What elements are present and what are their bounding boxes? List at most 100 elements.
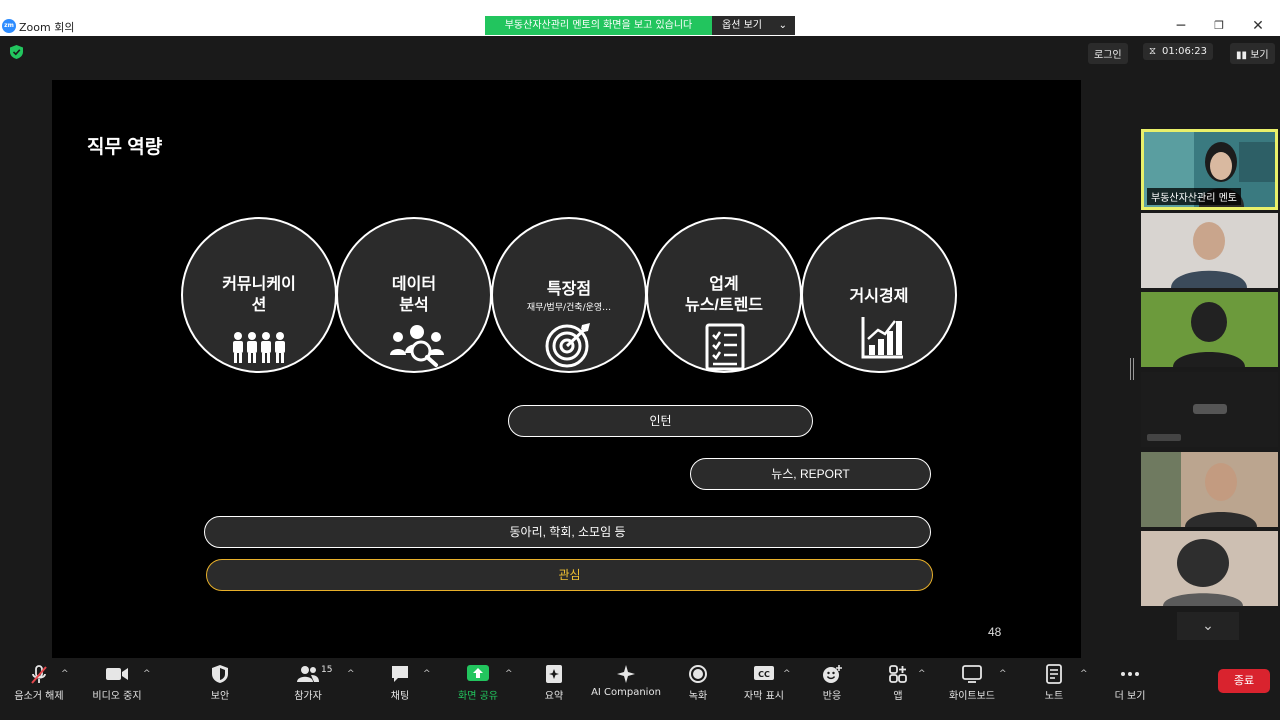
view-label: 보기 [1250,50,1269,61]
pill-interest: 관심 [206,559,933,591]
unmute-button[interactable]: 음소거 해제 [8,660,70,708]
competency-circle-data-analysis: 데이터 분석 [336,217,492,373]
circle-label: 뉴스/트렌드 [684,297,764,314]
video-camera-icon [106,668,128,680]
whiteboard-icon [962,665,982,683]
participants-icon [297,666,319,682]
viewing-banner: 부동산자산관리 멘토의 화면을 보고 있습니다 옵션 보기 ⌄ [485,16,795,35]
participant-video-blurred [1141,531,1278,606]
circle-subtitle: 재무/법무/건축/운영… [526,303,612,313]
more-dots-icon [1121,672,1139,676]
panel-resize-handle[interactable] [1130,358,1134,380]
video-tile-participant[interactable] [1141,531,1278,606]
apps-label: 앱 [893,691,903,702]
chevron-up-icon[interactable]: ^ [347,669,355,679]
more-label: 더 보기 [1114,691,1146,702]
security-label: 보안 [210,691,230,702]
svg-text:CC: CC [758,670,770,679]
shield-check-icon[interactable] [10,45,23,59]
stop-video-button[interactable]: 비디오 중지 [86,660,148,708]
record-button[interactable]: 녹화 [674,660,722,708]
circle-label: 거시경제 [849,288,909,305]
captions-button[interactable]: CC 자막 표시 [738,660,790,708]
record-label: 녹화 [688,691,708,702]
pill-news-report: 뉴스, REPORT [690,458,931,490]
growth-chart-icon [861,317,903,359]
meeting-timer[interactable]: ⧖ 01:06:23 [1143,43,1213,60]
closed-captions-icon: CC [754,666,774,680]
window-title: Zoom 회의 [19,21,75,34]
video-tile-participant-off[interactable] [1141,372,1278,447]
view-options-label: 옵션 보기 [722,20,762,31]
reactions-button[interactable]: 반응 [808,660,856,708]
chat-button[interactable]: 채팅 [376,660,424,708]
circle-label: 션 [251,297,267,314]
participant-video-blurred [1141,292,1278,367]
video-tile-active-speaker[interactable]: 부동산자산관리 멘토 [1141,129,1278,210]
share-screen-button[interactable]: 화면 공유 [452,660,504,708]
title-bar: zm Zoom 회의 부동산자산관리 멘토의 화면을 보고 있습니다 옵션 보기… [0,0,1280,36]
record-icon [689,665,707,683]
chevron-down-icon: ⌄ [778,20,787,31]
analysis-icon [390,325,444,367]
captions-label: 자막 표시 [744,691,784,702]
circle-label: 분석 [399,297,429,314]
meeting-toolbar: 음소거 해제 ^ 비디오 중지 ^ 보안 참가자 15 ^ 채팅 ^ 화면 공유… [0,660,1280,720]
competency-circle-communication: 커뮤니케이 션 [181,217,337,373]
video-tile-participant[interactable] [1141,213,1278,288]
whiteboard-button[interactable]: 화이트보드 [944,660,1000,708]
chevron-up-icon[interactable]: ^ [505,669,513,679]
sparkle-icon [617,665,635,683]
participant-video-blurred [1141,452,1278,527]
ai-companion-label: AI Companion [591,687,661,698]
slide-page-number: 48 [988,625,1002,639]
circle-label: 업계 [709,276,739,293]
view-button[interactable]: ▮▮ 보기 [1230,43,1275,64]
more-button[interactable]: 더 보기 [1106,660,1154,708]
pill-clubs: 동아리, 학회, 소모임 등 [204,516,931,548]
notes-label: 노트 [1044,691,1064,702]
slide-title: 직무 역량 [87,137,163,158]
chevron-up-icon[interactable]: ^ [999,669,1007,679]
circle-label: 데이터 [391,276,437,293]
whiteboard-label: 화이트보드 [949,691,995,702]
apps-icon [889,665,907,683]
apps-button[interactable]: 앱 [874,660,922,708]
chevron-up-icon[interactable]: ^ [423,669,431,679]
notes-icon [1046,664,1062,684]
login-button[interactable]: 로그인 [1088,43,1128,64]
stop-video-label: 비디오 중지 [92,691,142,702]
ai-companion-button[interactable]: AI Companion [590,660,662,708]
chevron-up-icon[interactable]: ^ [918,669,926,679]
view-options-button[interactable]: 옵션 보기 ⌄ [712,16,795,35]
share-screen-label: 화면 공유 [458,691,498,702]
video-tile-participant[interactable] [1141,292,1278,367]
competency-circle-industry-news: 업계 뉴스/트렌드 [646,217,802,373]
hourglass-icon: ⧖ [1149,46,1157,57]
competency-circle-macroeconomics: 거시경제 [801,217,957,373]
participants-scroll-down-button[interactable]: ⌄ [1177,612,1239,640]
chevron-up-icon[interactable]: ^ [1080,669,1088,679]
maximize-button[interactable]: ❐ [1208,16,1230,36]
emoji-reaction-icon [823,665,842,683]
participant-video-blurred [1141,213,1278,288]
people-icon [233,332,285,363]
participants-label: 참가자 [294,691,322,702]
zoom-app-icon: zm [2,19,16,33]
chevron-up-icon[interactable]: ^ [783,669,791,679]
summary-button[interactable]: 요약 [530,660,578,708]
chevron-up-icon[interactable]: ^ [143,669,151,679]
end-meeting-button[interactable]: 종료 [1218,669,1270,693]
notes-button[interactable]: 노트 [1030,660,1078,708]
microphone-muted-icon [31,665,47,684]
chat-label: 채팅 [390,691,410,702]
meeting-top-bar: 로그인 ⧖ 01:06:23 ▮▮ 보기 [0,36,1280,66]
close-button[interactable]: ✕ [1247,16,1269,36]
timer-value: 01:06:23 [1162,46,1207,57]
video-tile-participant[interactable] [1141,452,1278,527]
target-icon [545,323,590,368]
security-button[interactable]: 보안 [196,660,244,708]
chevron-up-icon[interactable]: ^ [61,669,69,679]
participant-name: 부동산자산관리 멘토 [1147,188,1241,205]
minimize-button[interactable]: ─ [1170,16,1192,36]
